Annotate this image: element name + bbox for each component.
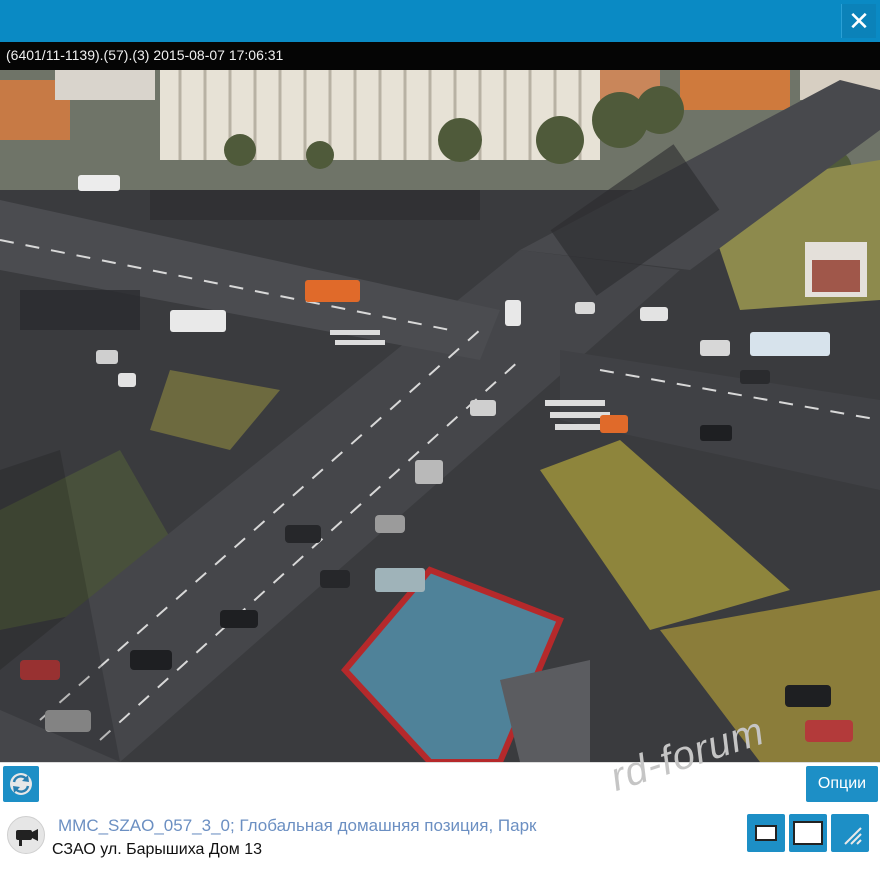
video-toolbar: Опции xyxy=(0,762,880,805)
refresh-button[interactable] xyxy=(3,766,39,802)
large-window-button[interactable] xyxy=(789,814,827,852)
small-window-button[interactable] xyxy=(747,814,785,852)
camera-address: СЗАО ул. Барышиха Дом 13 xyxy=(52,841,263,858)
refresh-icon xyxy=(10,773,32,795)
window-small-icon xyxy=(755,825,777,841)
window-titlebar: ✕ xyxy=(0,0,880,42)
camera-icon xyxy=(7,816,45,854)
timestamp-overlay: (6401/11-1139).(57).(3) 2015-08-07 17:06… xyxy=(0,42,880,70)
window-large-icon xyxy=(793,821,823,845)
close-icon: ✕ xyxy=(848,6,870,36)
camera-name-link[interactable]: MMC_SZAO_057_3_0; Глобальная домашняя по… xyxy=(58,816,536,836)
camera-video-feed[interactable]: (6401/11-1139).(57).(3) 2015-08-07 17:06… xyxy=(0,42,880,762)
resize-corner-icon xyxy=(844,827,862,845)
resize-button[interactable] xyxy=(831,814,869,852)
video-frame xyxy=(0,70,880,762)
camera-info-panel: MMC_SZAO_057_3_0; Глобальная домашняя по… xyxy=(0,804,880,869)
options-button[interactable]: Опции xyxy=(806,766,878,802)
close-button[interactable]: ✕ xyxy=(841,4,876,38)
